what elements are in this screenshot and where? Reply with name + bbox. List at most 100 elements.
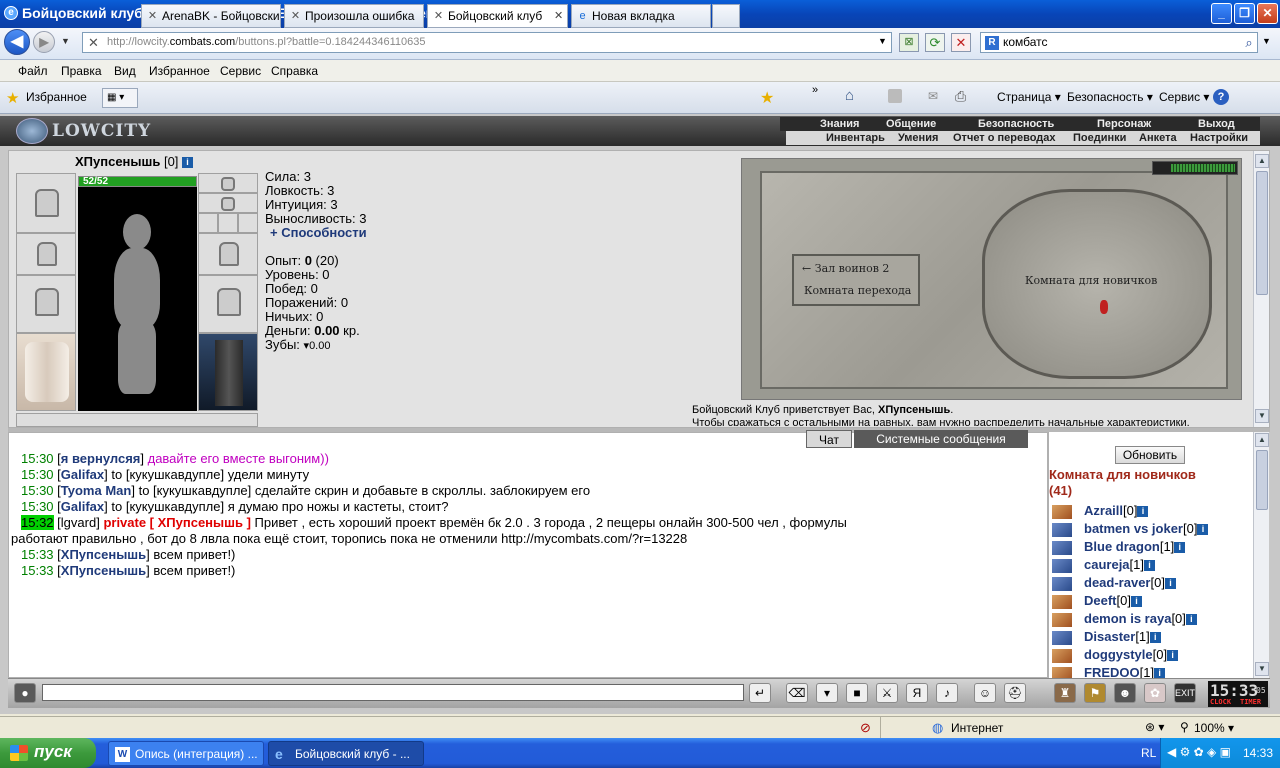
menu-character[interactable]: Персонаж: [1097, 118, 1151, 130]
menu-favorites[interactable]: Избранное: [149, 64, 210, 78]
msg-nick[interactable]: lgvard: [61, 515, 96, 530]
user-name[interactable]: Disaster: [1084, 629, 1135, 644]
menu-view[interactable]: Вид: [114, 64, 136, 78]
align-icon[interactable]: [1052, 504, 1072, 519]
helmet-slot[interactable]: [16, 173, 76, 233]
msg-nick[interactable]: Galifax: [61, 467, 104, 482]
scroll-thumb[interactable]: [1256, 171, 1268, 295]
filter-icon[interactable]: ▾: [816, 683, 838, 703]
msg-time[interactable]: 15:30: [21, 483, 54, 498]
align-icon[interactable]: [1052, 594, 1072, 609]
msg-time[interactable]: 15:32: [21, 515, 54, 530]
save-icon[interactable]: ■: [846, 683, 868, 703]
menu-knowledge[interactable]: Знания: [820, 118, 859, 130]
earring-slot[interactable]: [198, 173, 258, 193]
protected-mode-icon[interactable]: ⊛ ▾: [1145, 720, 1164, 734]
menu-help[interactable]: Справка: [271, 64, 318, 78]
room-scrollbar[interactable]: ▲ ▼: [1253, 432, 1269, 678]
stop-icon[interactable]: ✕: [951, 33, 971, 52]
info-icon[interactable]: i: [1174, 542, 1186, 554]
page-menu[interactable]: Страница ▾: [997, 87, 1061, 107]
task-word[interactable]: W Опись (интеграция) ...: [108, 741, 264, 766]
info-icon[interactable]: i: [1149, 632, 1161, 644]
inventory-icon[interactable]: ♜: [1054, 683, 1076, 703]
shield-slot[interactable]: [198, 275, 258, 333]
msg-nick[interactable]: Galifax: [61, 499, 104, 514]
character-name[interactable]: ХПупсенышь [0] i: [75, 154, 194, 169]
user-name[interactable]: caureja: [1084, 557, 1130, 572]
tab-arenabk[interactable]: ✕ ArenaBK - Бойцовски...: [141, 4, 281, 28]
refresh-button[interactable]: Обновить: [1115, 446, 1185, 464]
align-icon[interactable]: [1052, 630, 1072, 645]
pants-item[interactable]: [198, 333, 258, 411]
menu-inventory[interactable]: Инвентарь: [826, 132, 885, 144]
friends-icon[interactable]: ☻: [1114, 683, 1136, 703]
exit-icon[interactable]: EXIT: [1174, 683, 1196, 703]
back-button[interactable]: ◀: [4, 29, 30, 55]
user-name[interactable]: demon is raya: [1084, 611, 1171, 626]
msg-nick[interactable]: ХПупсенышь: [61, 547, 146, 562]
zoom-icon[interactable]: ⚲: [1180, 720, 1189, 734]
quests-icon[interactable]: ⚑: [1084, 683, 1106, 703]
language-indicator[interactable]: RL: [1141, 746, 1156, 760]
align-icon[interactable]: [1052, 666, 1072, 678]
hall-link[interactable]: ← Зал воинов 2: [802, 262, 889, 275]
tab-system-messages[interactable]: Системные сообщения: [854, 430, 1028, 448]
blocked-icon[interactable]: ⊘: [860, 720, 871, 736]
info-icon[interactable]: i: [1164, 578, 1176, 590]
scroll-up-icon[interactable]: ▲: [1255, 154, 1269, 168]
refresh-icon[interactable]: ⟳: [925, 33, 945, 52]
tab-fight-club[interactable]: ✕ Бойцовский клуб ✕: [427, 4, 568, 28]
zoom-level[interactable]: 100% ▾: [1194, 721, 1234, 735]
address-dropdown-icon[interactable]: ▼: [878, 36, 887, 46]
mail-icon[interactable]: ✉: [928, 89, 938, 103]
history-dropdown-icon[interactable]: ▼: [61, 36, 70, 46]
menu-file[interactable]: Файл: [18, 64, 48, 78]
sound-icon[interactable]: ♪: [936, 683, 958, 703]
info-icon[interactable]: i: [1130, 596, 1142, 608]
chat-mode-icon[interactable]: ●: [14, 683, 36, 703]
align-icon[interactable]: [1052, 522, 1072, 537]
close-button[interactable]: ✕: [1257, 3, 1278, 24]
tab-new[interactable]: e Новая вкладка: [571, 4, 711, 28]
msg-time[interactable]: 15:30: [21, 467, 54, 482]
menu-tools[interactable]: Сервис: [220, 64, 261, 78]
translit-icon[interactable]: Я: [906, 683, 928, 703]
favorites-button[interactable]: Избранное: [26, 90, 87, 104]
tools-menu[interactable]: Сервис ▾: [1159, 87, 1209, 107]
info-icon[interactable]: i: [182, 157, 194, 169]
user-name[interactable]: Deeft: [1084, 593, 1117, 608]
scroll-down-icon[interactable]: ▼: [1255, 662, 1269, 676]
search-icon[interactable]: ⌕: [1240, 33, 1258, 52]
party-icon[interactable]: ✿: [1144, 683, 1166, 703]
menu-security[interactable]: Безопасность: [978, 118, 1054, 130]
character-avatar[interactable]: 52/52: [78, 176, 197, 411]
msg-time[interactable]: 15:33: [21, 547, 54, 562]
user-name[interactable]: batmen vs joker: [1084, 521, 1183, 536]
start-button[interactable]: пуск: [0, 738, 96, 768]
new-tab-button[interactable]: [712, 4, 740, 28]
info-icon[interactable]: i: [1144, 560, 1156, 572]
user-name[interactable]: Blue dragon: [1084, 539, 1160, 554]
user-name[interactable]: Azraill: [1084, 503, 1123, 518]
scroll-down-icon[interactable]: ▼: [1255, 409, 1269, 423]
info-icon[interactable]: i: [1137, 506, 1149, 518]
info-icon[interactable]: i: [1154, 668, 1166, 678]
info-icon[interactable]: i: [1167, 650, 1179, 662]
menu-transfers[interactable]: Отчет о переводах: [953, 132, 1056, 144]
msg-private[interactable]: private [ ХПупсенышь ]: [103, 515, 250, 530]
chevron-icon[interactable]: »: [812, 84, 818, 96]
menu-settings[interactable]: Настройки: [1190, 132, 1248, 144]
tab-error[interactable]: ✕ Произошла ошибка: [284, 4, 424, 28]
bracer-slot[interactable]: [16, 233, 76, 275]
quick-tabs-icon[interactable]: ▦ ▾: [102, 88, 138, 108]
forward-button[interactable]: ▶: [33, 31, 55, 53]
smiles-icon[interactable]: ☺: [974, 683, 996, 703]
user-name[interactable]: FREDOO: [1084, 665, 1140, 678]
ring-slot-2[interactable]: [218, 213, 238, 233]
search-dropdown-icon[interactable]: ▼: [1262, 36, 1271, 46]
amulet-slot[interactable]: [198, 193, 258, 213]
home-icon[interactable]: ⌂: [845, 87, 854, 104]
minimize-button[interactable]: _: [1211, 3, 1232, 24]
align-icon[interactable]: [1052, 612, 1072, 627]
